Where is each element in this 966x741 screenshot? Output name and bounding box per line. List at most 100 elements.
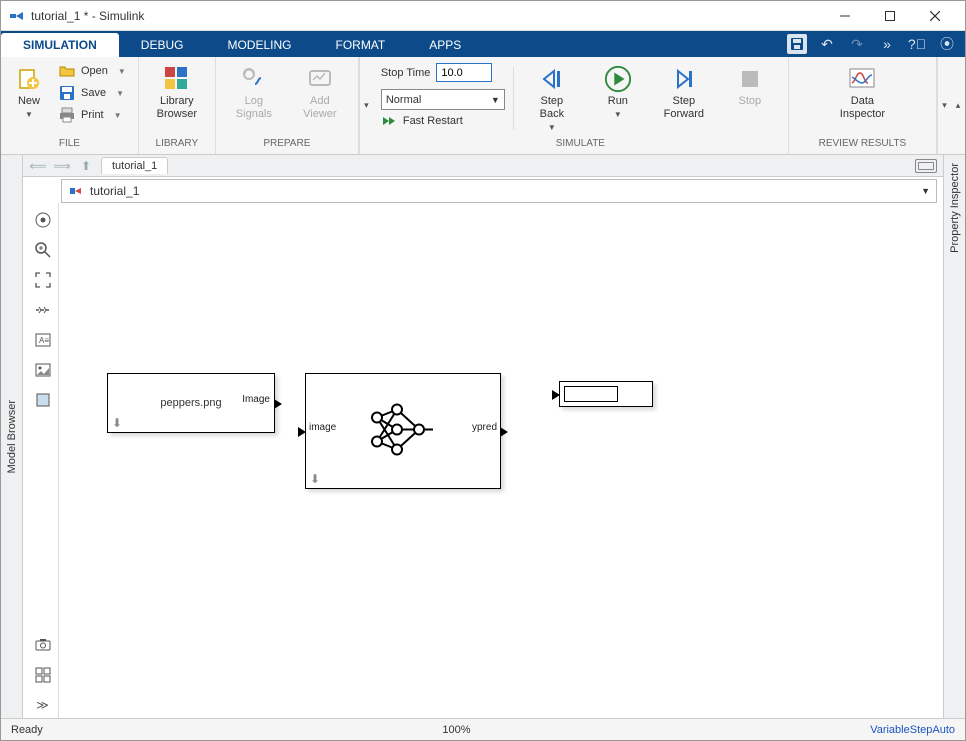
help-icon[interactable]: ?⃝ xyxy=(907,34,927,54)
input-port-icon[interactable] xyxy=(552,390,560,400)
library-browser-icon xyxy=(163,65,191,93)
run-button[interactable]: Run ▼ xyxy=(588,61,648,123)
fast-restart-icon[interactable] xyxy=(381,113,397,129)
save-button[interactable]: Save ▼ xyxy=(55,83,130,103)
group-prepare: Log Signals Add Viewer PREPARE xyxy=(216,57,359,154)
print-icon xyxy=(59,107,75,123)
stop-time-input[interactable] xyxy=(436,63,492,82)
maximize-button[interactable] xyxy=(867,1,912,30)
data-inspector-icon xyxy=(848,65,876,93)
canvas-palette: A≡ ≫ xyxy=(27,203,59,718)
nav-forward-icon[interactable]: ⟹ xyxy=(53,157,71,175)
quick-more-icon[interactable]: » xyxy=(877,34,897,54)
chevron-down-icon: ▼ xyxy=(614,110,622,119)
ribbon-collapse-icon[interactable]: ▴ xyxy=(951,57,965,154)
status-zoom[interactable]: 100% xyxy=(442,724,470,736)
log-signals-button[interactable]: Log Signals xyxy=(224,61,284,125)
chevron-down-icon: ▼ xyxy=(118,67,126,76)
fast-restart-label[interactable]: Fast Restart xyxy=(403,115,463,127)
open-button[interactable]: Open ▼ xyxy=(55,61,130,81)
minimize-button[interactable] xyxy=(822,1,867,30)
screenshot-icon[interactable] xyxy=(30,632,56,658)
model-icon xyxy=(68,183,84,199)
tab-debug[interactable]: DEBUG xyxy=(119,33,206,57)
chevron-down-icon: ▼ xyxy=(116,89,124,98)
stop-time-label: Stop Time xyxy=(381,67,431,79)
chevron-down-icon[interactable]: ▼ xyxy=(921,186,930,196)
block-predict[interactable]: image ypred xyxy=(305,373,501,489)
quick-save-icon[interactable] xyxy=(787,34,807,54)
add-viewer-button[interactable]: Add Viewer xyxy=(290,61,350,125)
toolstrip-tabs: SIMULATION DEBUG MODELING FORMAT APPS ↶ … xyxy=(1,31,965,57)
review-expand-icon[interactable]: ▾ xyxy=(937,57,951,154)
fit-to-view-icon[interactable] xyxy=(30,267,56,293)
simulink-icon xyxy=(9,8,25,24)
model-browser-panel[interactable]: Model Browser xyxy=(1,155,23,718)
block-image-from-file[interactable]: peppers.png Image ⬇ xyxy=(107,373,275,433)
simulation-mode-select[interactable]: Normal ▼ xyxy=(381,89,505,110)
status-solver[interactable]: VariableStepAuto xyxy=(870,724,955,736)
redo-icon[interactable]: ↷ xyxy=(847,34,867,54)
step-forward-icon xyxy=(670,65,698,93)
display-field xyxy=(564,386,618,402)
tab-modeling[interactable]: MODELING xyxy=(205,33,313,57)
title-bar: tutorial_1 * - Simulink xyxy=(1,1,965,31)
step-forward-button[interactable]: Step Forward xyxy=(654,61,714,125)
chevron-down-icon: ▼ xyxy=(548,123,556,132)
model-canvas[interactable]: peppers.png Image ⬇ image ypred xyxy=(59,203,943,718)
print-button[interactable]: Print ▼ xyxy=(55,105,130,125)
window-title: tutorial_1 * - Simulink xyxy=(31,9,822,23)
tab-apps[interactable]: APPS xyxy=(407,33,483,57)
stop-icon xyxy=(736,65,764,93)
model-tab[interactable]: tutorial_1 xyxy=(101,157,168,174)
group-review-results: Data Inspector REVIEW RESULTS xyxy=(789,57,937,154)
input-port-icon[interactable] xyxy=(298,427,306,437)
hide-navigate-icon[interactable] xyxy=(30,207,56,233)
nav-back-icon[interactable]: ⟸ xyxy=(29,157,47,175)
chevron-down-icon: ▼ xyxy=(114,111,122,120)
neural-network-icon xyxy=(367,400,439,463)
close-button[interactable] xyxy=(912,1,957,30)
output-port-icon[interactable] xyxy=(500,427,508,437)
new-button[interactable]: New ▼ xyxy=(9,61,49,123)
annotation-icon[interactable]: A≡ xyxy=(30,327,56,353)
chevron-down-icon: ▼ xyxy=(25,110,33,119)
save-icon xyxy=(59,85,75,101)
prepare-expand-icon[interactable]: ▾ xyxy=(359,57,373,154)
viewmarks-icon[interactable] xyxy=(30,662,56,688)
tab-simulation[interactable]: SIMULATION xyxy=(1,33,119,57)
step-back-icon xyxy=(538,65,566,93)
keyboard-icon[interactable] xyxy=(915,159,937,173)
log-signals-icon xyxy=(240,65,268,93)
status-ready: Ready xyxy=(11,724,43,736)
group-library: Library Browser LIBRARY xyxy=(139,57,216,154)
sample-time-icon[interactable] xyxy=(30,297,56,323)
editor-nav-row: ⟸ ⟹ ⬆ tutorial_1 xyxy=(23,155,943,177)
expand-icon[interactable]: ≫ xyxy=(30,692,56,718)
toolstrip-ribbon: New ▼ Open ▼ Save ▼ Print ▼ xyxy=(1,57,965,155)
svg-text:A≡: A≡ xyxy=(39,336,49,345)
tab-format[interactable]: FORMAT xyxy=(313,33,407,57)
step-back-button[interactable]: Step Back ▼ xyxy=(522,61,582,136)
undo-icon[interactable]: ↶ xyxy=(817,34,837,54)
new-icon xyxy=(15,65,43,93)
gear-icon[interactable]: ⦿ xyxy=(937,34,957,54)
breadcrumb-bar[interactable]: tutorial_1 ▼ xyxy=(61,179,937,203)
group-file: New ▼ Open ▼ Save ▼ Print ▼ xyxy=(1,57,139,154)
property-inspector-panel[interactable]: Property Inspector xyxy=(943,155,965,718)
output-port-icon[interactable] xyxy=(274,399,282,409)
nav-up-icon[interactable]: ⬆ xyxy=(77,157,95,175)
area-icon[interactable] xyxy=(30,387,56,413)
file-arrow-icon: ⬇ xyxy=(310,472,320,486)
library-browser-button[interactable]: Library Browser xyxy=(147,61,207,125)
zoom-icon[interactable] xyxy=(30,237,56,263)
file-arrow-icon: ⬇ xyxy=(112,416,122,430)
folder-open-icon xyxy=(59,63,75,79)
image-icon[interactable] xyxy=(30,357,56,383)
quick-access-toolbar: ↶ ↷ » ?⃝ ⦿ xyxy=(787,31,965,57)
stop-button[interactable]: Stop xyxy=(720,61,780,112)
chevron-down-icon: ▼ xyxy=(491,95,500,105)
group-simulate: Stop Time Normal ▼ Fast Restart Step Bac… xyxy=(373,57,789,154)
block-display[interactable] xyxy=(559,381,653,407)
data-inspector-button[interactable]: Data Inspector xyxy=(832,61,892,125)
